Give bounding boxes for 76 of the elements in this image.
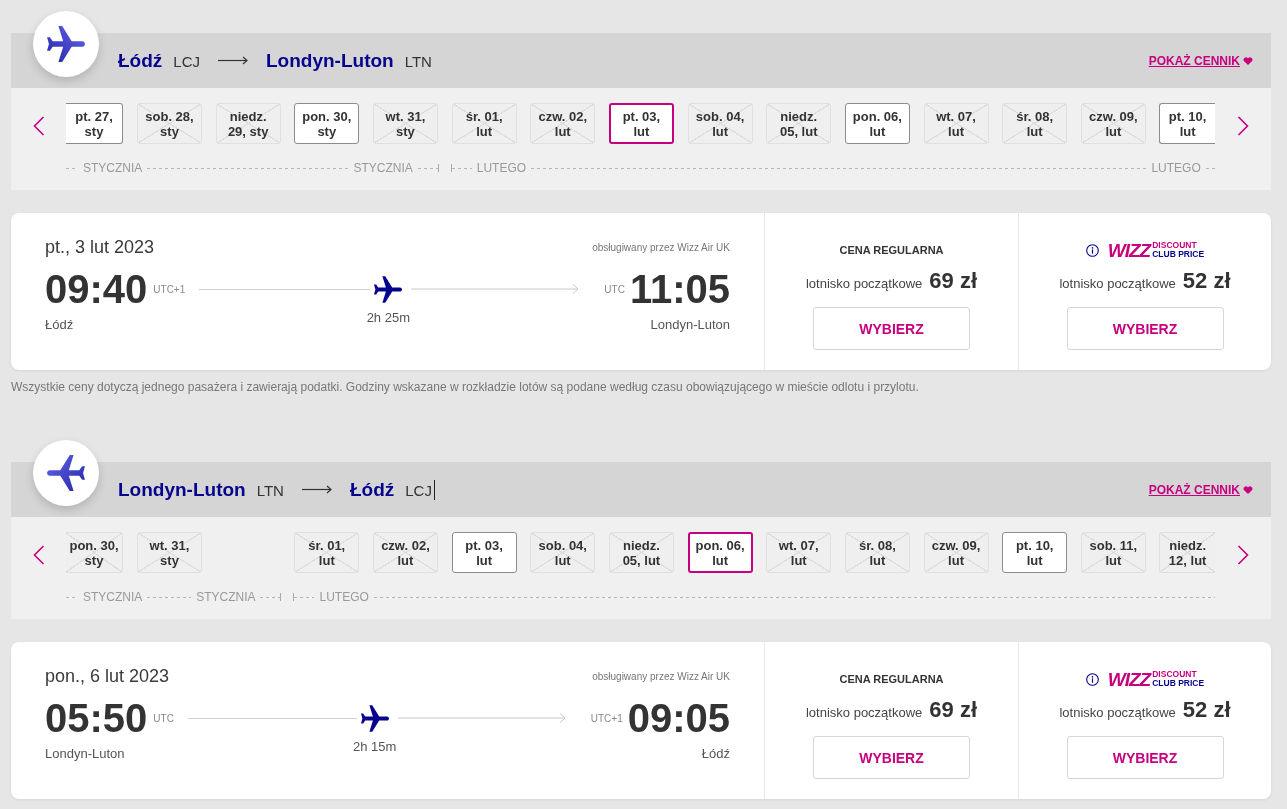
arrow-right-icon	[218, 56, 248, 65]
heart-icon	[1243, 485, 1253, 494]
fare-price: 52 zł	[1182, 268, 1231, 294]
logo-wordmark: WIZZ	[1107, 669, 1151, 689]
date-tile[interactable]: pt. 03, lut	[451, 532, 517, 573]
arrival-city: Łódź	[701, 746, 730, 761]
city-name: Londyn-Luton	[118, 478, 246, 501]
flight-duration: 2h 25m	[366, 310, 410, 325]
fare-price: 52 zł	[1182, 697, 1231, 723]
city-name: Łódź	[349, 478, 395, 501]
plane-icon	[360, 704, 389, 732]
info-icon[interactable]	[1085, 672, 1099, 686]
logo-caption: CLUB PRICE	[1152, 250, 1205, 259]
departure-city: Londyn-Luton	[45, 746, 125, 761]
next-button[interactable]	[1237, 545, 1249, 565]
select-button[interactable]: WYBIERZ	[1066, 736, 1224, 779]
month-label: LUTEGO	[318, 590, 370, 604]
city-name: Łódź	[118, 49, 163, 72]
timezone-label: UTC+1	[590, 712, 623, 724]
arrival-city: Londyn-Luton	[650, 317, 730, 332]
timezone-label: UTC	[153, 712, 174, 724]
next-button[interactable]	[1237, 116, 1249, 136]
airport-code: LCJ	[405, 481, 432, 499]
month-label: STYCZNIA	[352, 161, 414, 175]
logo-caption: DISCOUNT	[1152, 241, 1198, 250]
arrow-right-icon	[301, 485, 332, 494]
price-list-link[interactable]: POKAŻ CENNIK	[1148, 482, 1253, 497]
date-tile[interactable]: pon. 06, lut	[687, 532, 753, 573]
departure-time: 09:40	[45, 269, 148, 309]
previous-button[interactable]	[32, 545, 45, 565]
fare-title: CENA REGULARNA	[839, 244, 944, 256]
date-tile[interactable]: pt. 03, lut	[608, 103, 674, 144]
operator-note: obsługiwany przez Wizz Air UK	[592, 241, 730, 253]
operator-note: obsługiwany przez Wizz Air UK	[592, 670, 730, 682]
plane-icon	[374, 275, 403, 303]
heart-icon	[1243, 56, 1253, 65]
fare-label: lotnisko początkowe	[805, 705, 923, 720]
date-tile[interactable]: pt. 27, sty	[66, 103, 123, 144]
fare-label: lotnisko początkowe	[1059, 276, 1176, 291]
fare-price: 69 zł	[929, 268, 977, 294]
airport-code: LCJ	[173, 52, 200, 70]
date-tile[interactable]: pon. 30, sty	[294, 103, 360, 144]
fare-price: 69 zł	[929, 697, 977, 723]
logo-wordmark: WIZZ	[1107, 240, 1151, 260]
timezone-label: UTC	[604, 283, 625, 295]
flight-duration: 2h 15m	[353, 739, 397, 754]
timezone-label: UTC+1	[153, 283, 186, 295]
city-name: Londyn-Luton	[266, 49, 394, 72]
month-label: STYCZNIA	[82, 161, 144, 175]
departure-city: Łódź	[45, 317, 74, 332]
flight-date: pt., 3 lut 2023	[45, 236, 155, 258]
logo-caption: DISCOUNT	[1152, 670, 1198, 679]
month-label: LUTEGO	[1150, 161, 1202, 175]
month-label: LUTEGO	[475, 161, 528, 175]
date-tile[interactable]: pon. 06, lut	[844, 103, 910, 144]
airport-code: LTN	[256, 481, 284, 499]
departure-time: 05:50	[45, 698, 148, 738]
fare-label: lotnisko początkowe	[1059, 705, 1176, 720]
fare-title: CENA REGULARNA	[839, 673, 944, 685]
info-icon[interactable]	[1085, 243, 1099, 257]
date-tile[interactable]: pt. 10, lut	[1159, 103, 1215, 144]
month-label: STYCZNIA	[195, 590, 257, 604]
fare-label: lotnisko początkowe	[805, 276, 923, 291]
previous-button[interactable]	[32, 116, 45, 136]
flight-date: pon., 6 lut 2023	[45, 665, 170, 687]
price-list-link[interactable]: POKAŻ CENNIK	[1148, 53, 1253, 68]
select-button[interactable]: WYBIERZ	[813, 307, 970, 350]
disclaimer-text: Wszystkie ceny dotyczą jednego pasażera i zawierają podatki. Godziny wskazane w rozkładzie lotów są podane według czasu obowiązującego w mieście odlotu i przylotu.	[11, 380, 920, 394]
logo-caption: CLUB PRICE	[1152, 679, 1205, 688]
month-label: STYCZNIA	[82, 590, 144, 604]
select-button[interactable]: WYBIERZ	[813, 736, 970, 779]
arrival-time: 11:05	[629, 269, 730, 309]
arrival-time: 09:05	[627, 698, 730, 738]
date-tile[interactable]: pt. 10, lut	[1002, 532, 1068, 573]
airport-code: LTN	[404, 52, 432, 70]
select-button[interactable]: WYBIERZ	[1066, 307, 1224, 350]
